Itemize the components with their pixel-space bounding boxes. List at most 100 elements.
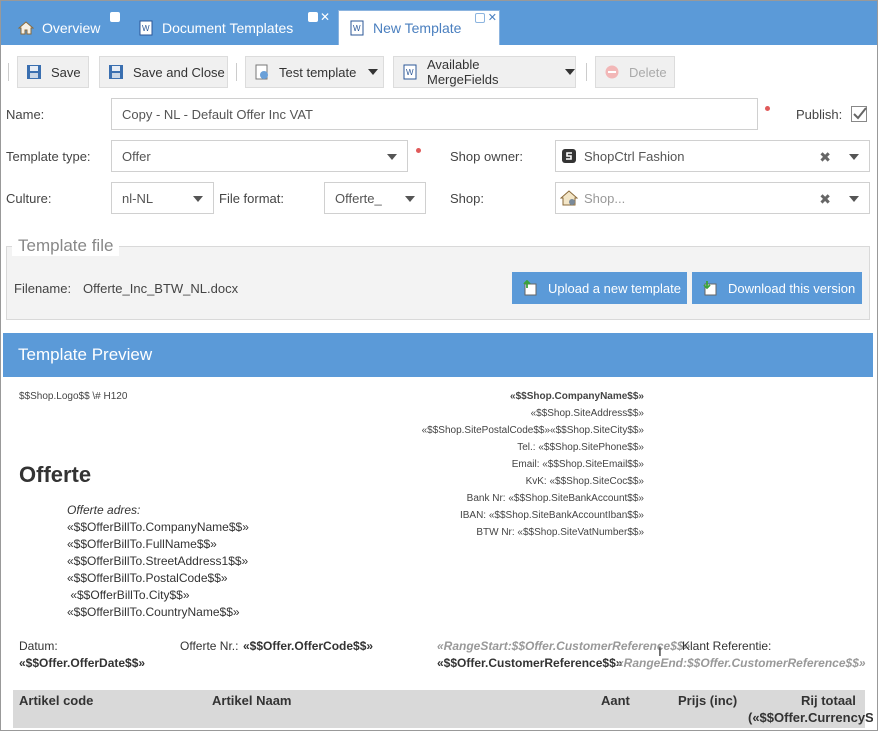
chevron-down-icon [405, 196, 415, 202]
clear-icon[interactable]: ✖ [819, 149, 831, 166]
save-button[interactable]: Save [17, 56, 89, 88]
home-icon [17, 20, 35, 36]
company-line: «$$Shop.SitePostalCode$$»«$$Shop.SiteCit… [421, 425, 644, 436]
shop-owner-value: ShopCtrl Fashion [584, 148, 685, 164]
chevron-down-icon [565, 69, 575, 75]
close-icon[interactable]: ✕ [320, 11, 330, 23]
tab-menu-icon[interactable] [110, 12, 120, 22]
template-preview-title: Template Preview [18, 345, 153, 364]
culture-label: Culture: [6, 191, 52, 206]
floppy-disk-icon [26, 64, 42, 80]
tab-overview[interactable]: Overview [17, 10, 101, 45]
company-line: «$$Shop.CompanyName$$» [510, 391, 644, 402]
download-icon [702, 280, 718, 296]
delete-button[interactable]: Delete [595, 56, 675, 88]
tab-document-templates-label: Document Templates [162, 19, 294, 36]
text-cursor-icon: I [658, 643, 662, 659]
save-and-close-button[interactable]: Save and Close [99, 56, 228, 88]
address-label: Offerte adres: [67, 503, 141, 517]
close-icon[interactable]: ✕ [488, 11, 497, 24]
save-button-label: Save [51, 64, 81, 80]
file-format-value: Offerte_ [335, 190, 382, 206]
toolbar-separator [8, 63, 9, 81]
required-indicator [416, 148, 421, 153]
company-line: Tel.: «$$Shop.SitePhone$$» [517, 442, 644, 453]
datum-label: Datum: [19, 639, 58, 653]
chevron-down-icon [368, 69, 379, 75]
address-line: «$$OfferBillTo.CompanyName$$» [67, 520, 249, 534]
floppy-disk-icon [108, 64, 124, 80]
address-line: «$$OfferBillTo.PostalCode$$» [67, 571, 228, 585]
chevron-down-icon[interactable] [849, 196, 859, 202]
file-format-select[interactable]: Offerte_ [324, 182, 426, 214]
publish-checkbox[interactable] [851, 106, 867, 125]
shop-icon [559, 189, 579, 210]
download-version-button[interactable]: Download this version [692, 272, 862, 304]
svg-text:W: W [353, 24, 361, 33]
name-input[interactable]: Copy - NL - Default Offer Inc VAT [111, 98, 758, 130]
required-indicator [765, 106, 770, 111]
company-line: Email: «$$Shop.SiteEmail$$» [511, 459, 644, 470]
tab-menu-icon[interactable] [308, 12, 318, 22]
filename-value: Offerte_Inc_BTW_NL.docx [83, 281, 239, 296]
name-label: Name: [6, 107, 45, 122]
word-document-icon: W [349, 20, 365, 36]
tab-menu-icon[interactable] [475, 13, 485, 23]
tab-new-template[interactable]: W New Template ✕ [338, 10, 500, 45]
template-type-select[interactable]: Offer [111, 140, 408, 172]
address-line: «$$OfferBillTo.StreetAddress1$$» [67, 554, 249, 568]
shop-label: Shop: [450, 191, 484, 206]
svg-text:W: W [406, 68, 414, 77]
shop-select[interactable]: Shop... ✖ [555, 182, 870, 214]
publish-label: Publish: [796, 107, 843, 122]
test-template-button-label: Test template [279, 64, 357, 80]
company-line: IBAN: «$$Shop.SiteBankAccountIban$$» [459, 510, 644, 521]
offerte-nr-value: «$$Offer.OfferCode$$» [243, 639, 374, 653]
toolbar-separator [586, 63, 587, 81]
name-input-value: Copy - NL - Default Offer Inc VAT [122, 106, 313, 122]
address-line: «$$OfferBillTo.FullName$$» [67, 537, 217, 551]
range-start-field: «RangeStart:$$Offer.CustomerReference$$» [437, 639, 691, 653]
save-and-close-button-label: Save and Close [133, 64, 225, 80]
delete-icon [604, 64, 620, 80]
upload-icon [522, 279, 538, 296]
available-mergefields-button[interactable]: W Available MergeFields [393, 56, 576, 88]
chevron-down-icon [193, 196, 203, 202]
toolbar: Save Save and Close Test template W Avai… [0, 46, 878, 96]
column-header: Artikel code [19, 693, 94, 708]
tab-document-templates[interactable]: W Document Templates [138, 10, 293, 45]
logo-mergefield: $$Shop.Logo$$ \# H120 [19, 391, 128, 402]
delete-button-label: Delete [629, 64, 667, 80]
column-header: Rij totaal [801, 693, 856, 708]
upload-template-button[interactable]: Upload a new template [512, 272, 687, 304]
chevron-down-icon[interactable] [849, 154, 859, 160]
customer-reference-field: «$$Offer.CustomerReference$$» [437, 656, 623, 670]
culture-value: nl-NL [122, 190, 154, 206]
chevron-down-icon [387, 154, 397, 160]
culture-select[interactable]: nl-NL [111, 182, 214, 214]
shop-owner-select[interactable]: ShopCtrl Fashion ✖ [555, 140, 870, 172]
company-line: «$$Shop.SiteAddress$$» [530, 408, 644, 419]
filename-label: Filename: [14, 281, 72, 296]
klant-referentie-label: Klant Referentie: [682, 639, 772, 653]
test-template-button[interactable]: Test template [245, 56, 384, 88]
template-type-value: Offer [122, 148, 151, 164]
available-mergefields-button-label: Available MergeFields [427, 57, 499, 87]
shop-owner-label: Shop owner: [450, 149, 523, 164]
range-end-field: «RangeEnd:$$Offer.CustomerReference$$» [617, 656, 866, 670]
template-preview-header: Template Preview [3, 333, 873, 377]
shop-placeholder: Shop... [584, 190, 626, 206]
company-line: KvK: «$$Shop.SiteCoc$$» [525, 476, 644, 487]
test-document-icon [254, 64, 270, 80]
svg-text:W: W [142, 24, 150, 33]
clear-icon[interactable]: ✖ [819, 191, 831, 208]
datum-value: «$$Offer.OfferDate$$» [19, 656, 146, 670]
column-header: Aant [601, 693, 630, 708]
tab-overview-label: Overview [42, 19, 101, 36]
template-file-legend: Template file [12, 236, 120, 256]
address-line: «$$OfferBillTo.CountryName$$» [67, 605, 240, 619]
tab-bar: Overview W Document Templates ✕ W New Te… [0, 0, 878, 45]
column-header: («$$Offer.CurrencySy [748, 710, 873, 725]
company-line: Bank Nr: «$$Shop.SiteBankAccount$$» [466, 493, 644, 504]
file-format-label: File format: [219, 191, 285, 206]
